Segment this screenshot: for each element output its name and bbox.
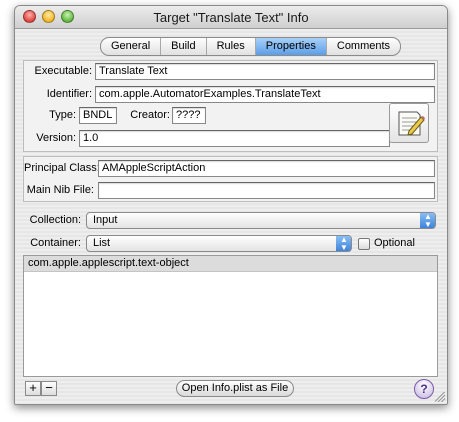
collection-value: Input xyxy=(93,214,118,226)
container-label: Container: xyxy=(30,237,81,249)
tab-bar: General Build Rules Properties Comments xyxy=(100,37,402,56)
version-field[interactable]: 1.0 xyxy=(79,130,390,147)
add-button[interactable]: + xyxy=(25,381,41,396)
principal-class-field[interactable]: AMAppleScriptAction xyxy=(98,160,435,177)
type-info-group: Collection: Input ▲ ▼ Container: List ▲ ▼ … xyxy=(23,207,438,402)
list-item[interactable]: com.apple.applescript.text-object xyxy=(24,256,437,272)
remove-button[interactable]: − xyxy=(41,381,57,396)
updown-arrows-icon: ▲ ▼ xyxy=(336,236,351,251)
principal-class-group: Principal Class: AMAppleScriptAction Mai… xyxy=(23,156,438,202)
tab-general[interactable]: General xyxy=(101,38,160,55)
help-button[interactable]: ? xyxy=(414,379,434,399)
optional-label: Optional xyxy=(374,237,415,249)
principal-class-label: Principal Class: xyxy=(24,162,100,174)
info-window: Target "Translate Text" Info General Bui… xyxy=(14,5,448,405)
executable-field[interactable]: Translate Text xyxy=(95,63,435,80)
window-content: General Build Rules Properties Comments … xyxy=(15,29,447,404)
tab-comments[interactable]: Comments xyxy=(325,38,400,55)
document-pencil-icon[interactable] xyxy=(389,103,429,143)
container-value: List xyxy=(93,237,111,249)
type-list: com.apple.applescript.text-object xyxy=(23,255,438,377)
version-label: Version: xyxy=(36,132,76,144)
tab-build[interactable]: Build xyxy=(160,38,205,55)
collection-label: Collection: xyxy=(29,214,81,226)
resize-grip-icon[interactable] xyxy=(435,392,445,402)
main-nib-label: Main Nib File: xyxy=(26,184,94,196)
bundle-info-group: Executable: Translate Text Identifier: c… xyxy=(23,60,438,152)
collection-popup[interactable]: Input ▲ ▼ xyxy=(86,212,436,229)
executable-label: Executable: xyxy=(34,65,92,77)
identifier-label: Identifier: xyxy=(46,88,92,100)
creator-field[interactable]: ???? xyxy=(172,107,206,124)
tab-properties[interactable]: Properties xyxy=(254,38,326,55)
container-popup[interactable]: List ▲ ▼ xyxy=(86,235,352,252)
updown-arrows-icon: ▲ ▼ xyxy=(420,213,435,228)
optional-checkbox[interactable] xyxy=(358,238,370,250)
type-field[interactable]: BNDL xyxy=(79,107,117,124)
creator-label: Creator: xyxy=(130,109,170,121)
window-title: Target "Translate Text" Info xyxy=(153,10,309,25)
type-label: Type: xyxy=(49,109,76,121)
main-nib-field[interactable] xyxy=(98,182,435,199)
title-bar: Target "Translate Text" Info xyxy=(15,6,447,29)
identifier-field[interactable]: com.apple.AutomatorExamples.TranslateTex… xyxy=(95,86,435,103)
tab-rules[interactable]: Rules xyxy=(205,38,255,55)
open-info-plist-button[interactable]: Open Info.plist as File xyxy=(176,380,294,397)
